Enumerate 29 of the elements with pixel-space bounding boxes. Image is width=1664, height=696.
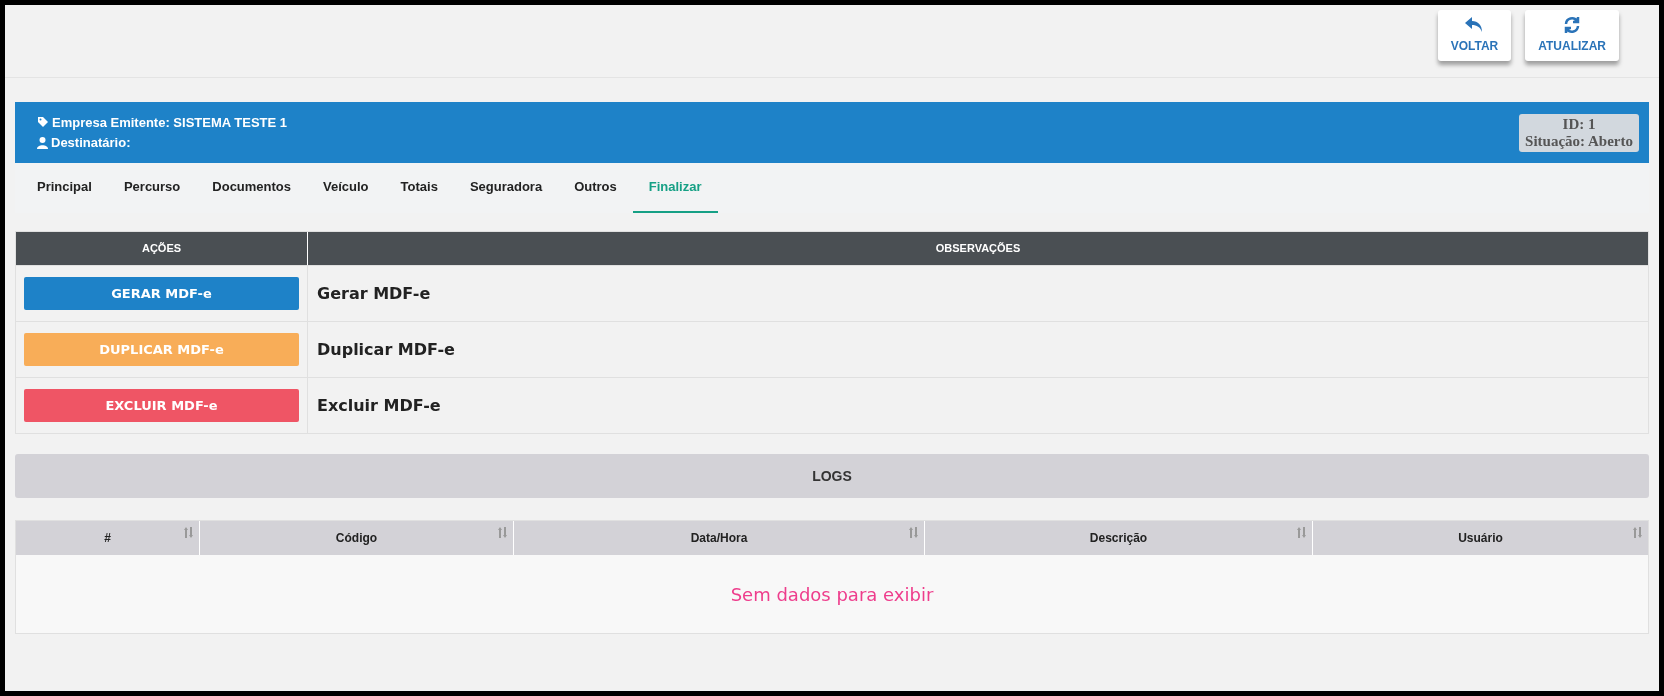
observation-text: Excluir MDF-e bbox=[317, 394, 441, 417]
sort-icon bbox=[1297, 527, 1306, 538]
tab[interactable]: Documentos bbox=[196, 163, 308, 213]
recipient-text: Destinatário: bbox=[51, 134, 131, 152]
emitter-text: Empresa Emitente: SISTEMA TESTE 1 bbox=[52, 113, 288, 132]
tab[interactable]: Seguradora bbox=[453, 163, 559, 213]
tab[interactable]: Percurso bbox=[107, 163, 197, 213]
sort-icon bbox=[909, 527, 918, 538]
column-header[interactable]: # bbox=[16, 521, 199, 555]
logs-title-bar: LOGS bbox=[15, 454, 1649, 498]
user-icon bbox=[37, 136, 48, 149]
sort-icon bbox=[498, 527, 507, 538]
sort-icon bbox=[1633, 527, 1642, 538]
tab[interactable]: Principal bbox=[21, 163, 108, 213]
tab[interactable]: Veículo bbox=[307, 163, 385, 213]
observation-text: Gerar MDF-e bbox=[317, 282, 431, 305]
tab[interactable]: Outros bbox=[558, 163, 633, 213]
observation-text: Duplicar MDF-e bbox=[317, 338, 455, 361]
reply-arrow-icon bbox=[1464, 16, 1485, 34]
column-header: OBSERVAÇÕES bbox=[934, 241, 1022, 257]
sort-icon bbox=[184, 527, 193, 538]
action-button[interactable]: GERAR MDF-e bbox=[24, 277, 299, 310]
refresh-icon bbox=[1563, 16, 1582, 34]
refresh-button[interactable]: ATUALIZAR bbox=[1525, 10, 1619, 61]
tab[interactable]: Totais bbox=[384, 163, 454, 213]
tag-icon bbox=[37, 116, 49, 129]
status-badge: ID: 1 Situação: Aberto bbox=[1519, 113, 1639, 152]
empty-message: Sem dados para exibir bbox=[730, 582, 934, 607]
back-button[interactable]: VOLTAR bbox=[1437, 10, 1512, 61]
